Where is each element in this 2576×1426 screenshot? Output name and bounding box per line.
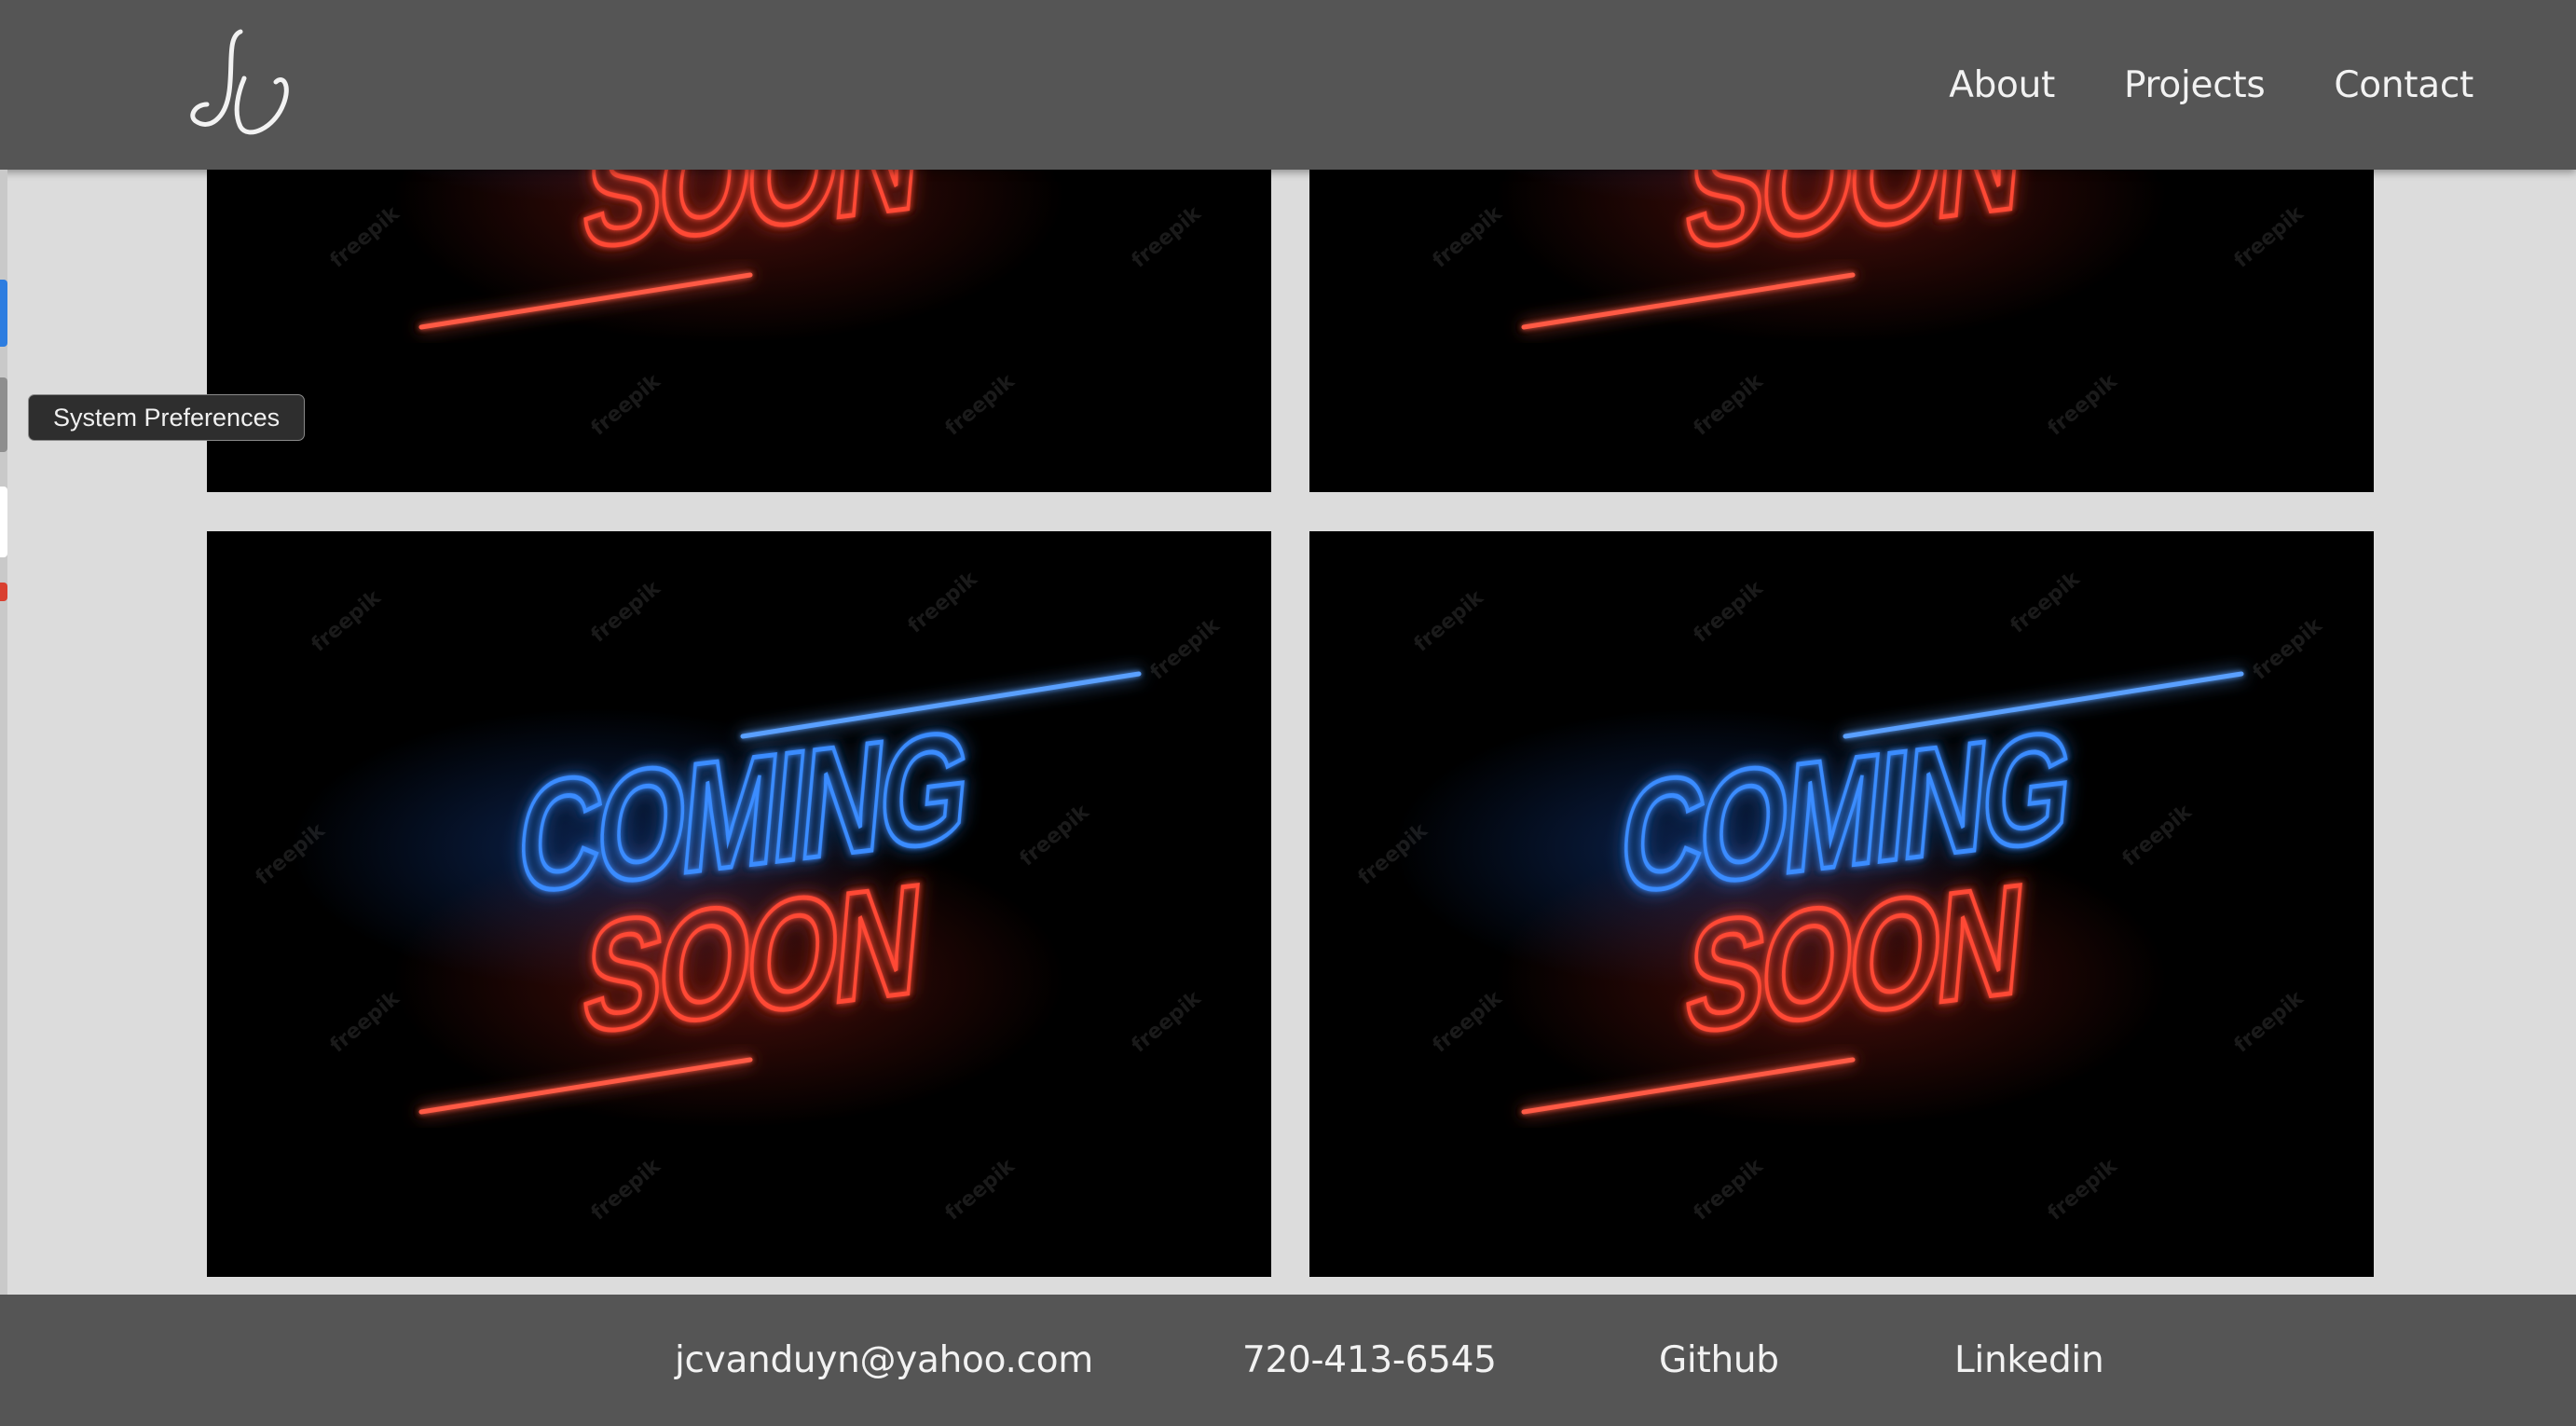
site-header: About Projects Contact [0,0,2576,170]
dock-app-icon[interactable] [0,487,7,557]
logo-icon[interactable] [186,26,295,144]
nav-about[interactable]: About [1949,64,2055,106]
nav-projects[interactable]: Projects [2124,64,2266,106]
project-tile[interactable] [1309,531,2374,1277]
project-tile[interactable] [207,531,1271,1277]
site-footer: jcvanduyn@yahoo.com 720-413-6545 Github … [0,1295,2576,1426]
footer-email-link[interactable]: jcvanduyn@yahoo.com [675,1295,1093,1426]
nav-contact[interactable]: Contact [2334,64,2473,106]
system-preferences-icon[interactable] [0,377,7,452]
dock-tooltip: System Preferences [28,394,306,441]
dock-app-icon[interactable] [0,280,7,347]
coming-soon-image [207,531,1271,1277]
dock-app-icon[interactable] [0,583,7,601]
main-nav: About Projects Contact [1949,0,2473,170]
footer-linkedin-link[interactable]: Linkedin [1954,1295,2104,1426]
page: freepik freepik freepik freepik freepik … [0,0,2576,1426]
footer-phone-link[interactable]: 720-413-6545 [1242,1295,1497,1426]
footer-github-link[interactable]: Github [1659,1295,1779,1426]
coming-soon-image [1309,531,2374,1277]
